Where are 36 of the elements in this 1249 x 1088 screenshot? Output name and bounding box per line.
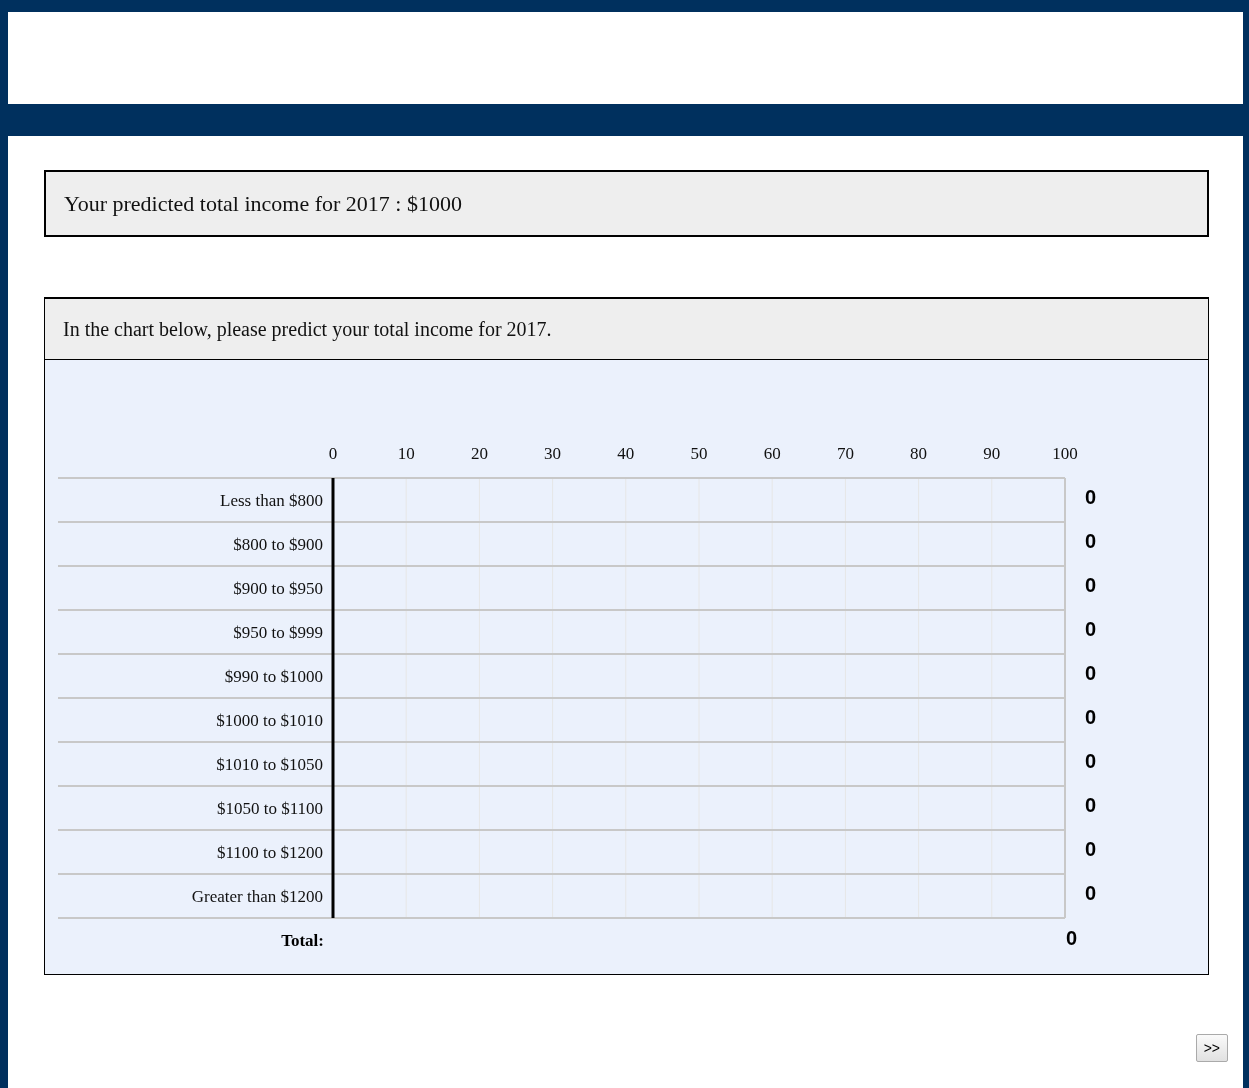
tick-label: 10: [397, 444, 415, 463]
category-label: Greater than $1200: [191, 887, 323, 906]
tick-label: 40: [617, 444, 635, 463]
category-label: $990 to $1000: [224, 667, 323, 686]
value-label: 0: [1085, 794, 1097, 816]
tick-label: 0: [328, 444, 338, 463]
category-label: $1000 to $1010: [216, 711, 323, 730]
tick-label: 80: [910, 444, 928, 463]
value-label: 0: [1085, 530, 1097, 552]
value-label: 0: [1085, 486, 1097, 508]
tick-label: 60: [763, 444, 781, 463]
value-label: 0: [1085, 574, 1097, 596]
summary-text: Your predicted total income for 2017 : $1000: [44, 170, 1209, 237]
category-label: $800 to $900: [233, 535, 323, 554]
tick-label: 50: [690, 444, 708, 463]
total-value: 0: [1066, 927, 1078, 949]
category-label: Less than $800: [220, 491, 323, 510]
tick-label: 100: [1052, 444, 1078, 463]
value-label: 0: [1085, 882, 1097, 904]
category-label: $900 to $950: [233, 579, 323, 598]
value-label: 0: [1085, 838, 1097, 860]
tick-label: 20: [470, 444, 488, 463]
value-label: 0: [1085, 618, 1097, 640]
category-label: $1100 to $1200: [216, 843, 323, 862]
tick-label: 30: [544, 444, 562, 463]
category-label: $1050 to $1100: [216, 799, 323, 818]
tick-label: 70: [836, 444, 854, 463]
value-label: 0: [1085, 662, 1097, 684]
total-label: Total:: [281, 931, 324, 950]
value-label: 0: [1085, 750, 1097, 772]
category-label: $1010 to $1050: [216, 755, 323, 774]
tick-label: 90: [983, 444, 1001, 463]
question-prompt: In the chart below, please predict your total income for 2017.: [45, 299, 1208, 360]
category-label: $950 to $999: [233, 623, 323, 642]
value-label: 0: [1085, 706, 1097, 728]
next-button[interactable]: >>: [1195, 1034, 1228, 1062]
